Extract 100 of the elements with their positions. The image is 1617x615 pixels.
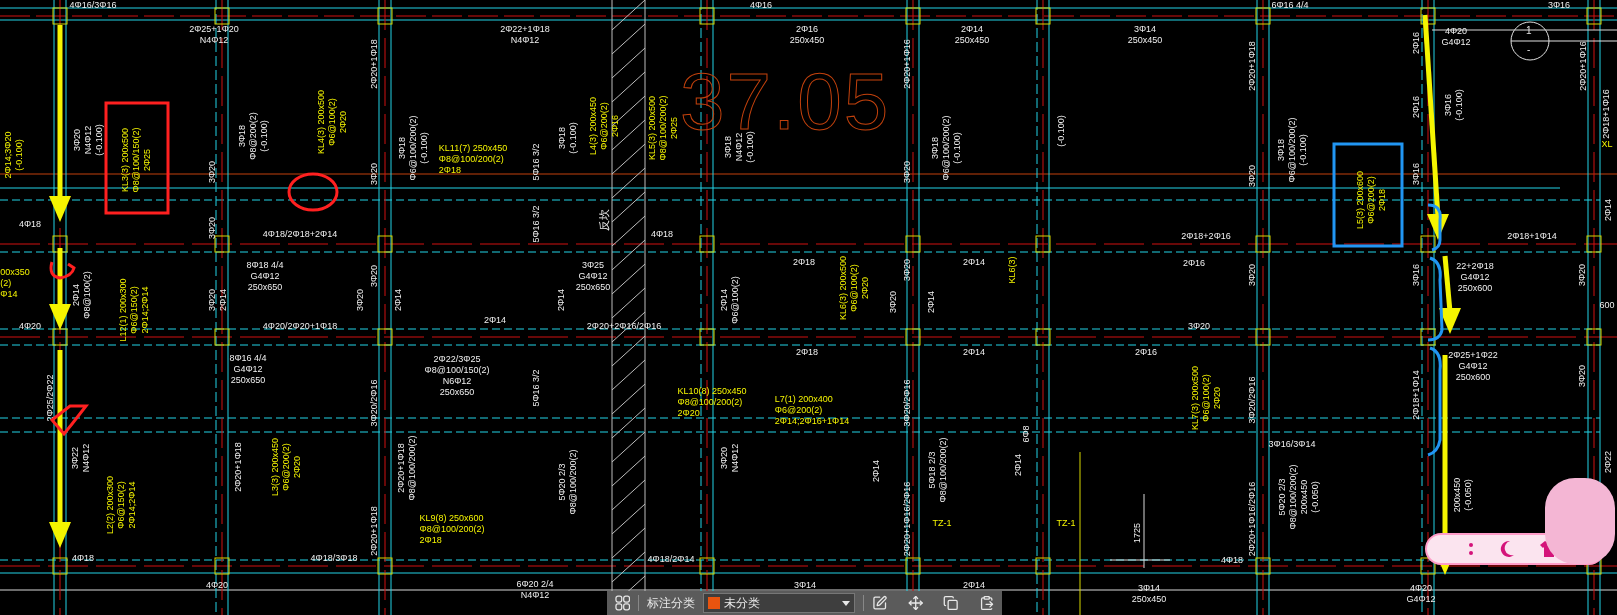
beam-label: L4(3) 200x450 Φ6@200(2) 2Φ16	[587, 97, 621, 155]
rebar-label: 2Φ16	[1134, 346, 1158, 358]
rebar-label: 2Φ14	[925, 290, 937, 314]
rebar-label: 2Φ20+1Φ18	[232, 442, 244, 492]
beam-label: KL6(3) 200x500 Φ6@100(2) 2Φ20	[837, 256, 871, 320]
rebar-label: 2Φ14	[483, 314, 507, 326]
rebar-label: 3Φ20	[887, 290, 899, 314]
rebar-label: 3Φ20	[368, 264, 380, 288]
rebar-label: 4Φ16/3Φ16	[69, 0, 117, 11]
paste-icon[interactable]	[978, 595, 994, 611]
rebar-label: 2Φ16 250x450	[789, 24, 825, 46]
rebar-label: 2Φ16	[1410, 31, 1422, 55]
rebar-label: 3Φ20	[1576, 364, 1588, 388]
rebar-label: (-0.100)	[1055, 115, 1067, 147]
rebar-label: 3Φ14 250x450	[1127, 24, 1163, 46]
rebar-label: 2Φ25/2Φ22	[44, 374, 56, 422]
rebar-label: 3Φ20	[901, 160, 913, 184]
rebar-label: 3Φ20/2Φ16	[901, 379, 913, 427]
rebar-label: 2Φ22/3Φ25 Φ8@100/150(2) N6Φ12 250x650	[424, 354, 490, 398]
rebar-label: 3Φ20/2Φ16	[368, 379, 380, 427]
beam-label: L2(2) 200x300 Φ6@150(2) 2Φ14;2Φ14	[104, 476, 138, 534]
beam-label: TZ-1	[1056, 517, 1076, 529]
rebar-label: 3Φ20	[1576, 263, 1588, 287]
rebar-label: 4Φ20 G4Φ12	[1441, 26, 1471, 48]
rebar-label: 3Φ20	[901, 258, 913, 282]
move-icon[interactable]	[907, 595, 924, 611]
rebar-label: 3Φ20/2Φ16	[1246, 376, 1258, 424]
dots-icon	[1467, 542, 1475, 556]
rebar-label: 3Φ18 Φ6@100/200(2) (-0.100)	[396, 115, 430, 181]
rebar-label: 3Φ20	[354, 288, 366, 312]
beam-label: KL6(3)	[1006, 256, 1018, 284]
rebar-label: 3Φ25 G4Φ12 250x650	[575, 259, 611, 293]
rebar-label: 4Φ18/2Φ14	[647, 553, 695, 565]
rebar-label: 5Φ20 2/3 Φ8@100/200(2)	[557, 449, 579, 515]
rebar-label: 3Φ18 (-0.100)	[557, 122, 579, 154]
beam-label: KL3(3) 200x500 Φ8@100/150(2) 2Φ25	[119, 127, 153, 193]
rebar-label: 2Φ14	[1012, 453, 1024, 477]
rebar-label: 3Φ16 (-0.100)	[1443, 89, 1465, 121]
rebar-label: 3Φ20	[1246, 164, 1258, 188]
rebar-label: 4Φ18	[18, 218, 42, 230]
rebar-label: 4Φ20	[205, 579, 229, 591]
rebar-label: 3Φ20	[206, 216, 218, 240]
rebar-label: 3Φ20 N4Φ12	[719, 443, 741, 473]
rebar-label: 4Φ18/3Φ18	[310, 552, 358, 564]
beam-label: KL5(3) 200x500 Φ8@100/200(2) 2Φ25	[646, 95, 680, 161]
caret-icon	[842, 600, 851, 606]
rebar-label: 5Φ18 2/3 Φ8@100/200(2)	[927, 437, 949, 503]
rebar-label: 6Φ8	[1020, 425, 1032, 443]
beam-label: KL7(3) 200x500 Φ6@100(2) 2Φ20	[1189, 366, 1223, 430]
rebar-label: 3Φ22 N4Φ12	[70, 443, 92, 473]
copy-icon[interactable]	[943, 595, 959, 611]
beam-label: KL9(8) 250x600 Φ8@100/200(2) 2Φ18	[419, 512, 485, 546]
rebar-label: 200x450 (-0.050)	[1452, 477, 1474, 513]
category-dropdown[interactable]: 未分类	[703, 593, 856, 613]
rebar-label: 反坎	[598, 209, 610, 231]
rebar-label: 3Φ20 N4Φ12 (-0.100)	[71, 124, 105, 156]
rebar-label: 5Φ16 3/2	[530, 143, 542, 181]
beam-label: TZ-1	[932, 517, 952, 529]
rebar-label: 3Φ20	[1246, 263, 1258, 287]
rebar-label: 3Φ18 Φ6@100/200(2) (-0.100)	[1275, 117, 1309, 183]
beam-label: KL10(8) 250x450 Φ8@100/200(2) 2Φ20	[677, 385, 747, 419]
rebar-label: 4Φ20	[18, 320, 42, 332]
rebar-label: 8Φ18 4/4 G4Φ12 250x650	[246, 259, 284, 293]
grid-icon[interactable]	[615, 595, 631, 611]
rebar-label: 6Φ16 4/4	[1271, 0, 1309, 11]
rebar-label: 2Φ14 250x450	[954, 24, 990, 46]
rebar-label: 2Φ20+2Φ16/2Φ16	[586, 320, 662, 332]
rebar-label: 5Φ16 3/2	[530, 369, 542, 407]
rebar-label: 4Φ20 G4Φ12	[1406, 583, 1436, 605]
edit-icon[interactable]	[872, 595, 888, 611]
rebar-label: 3Φ16	[1410, 263, 1422, 287]
rebar-label: 2Φ16	[1182, 257, 1206, 269]
rebar-label: 1725	[1131, 523, 1143, 543]
rebar-label: 22+2Φ18 G4Φ12 250x600	[1456, 260, 1494, 294]
rebar-label: 2Φ20+1Φ16/2Φ16	[1246, 481, 1258, 557]
rebar-label: 2Φ25+1Φ22 G4Φ12 250x600	[1448, 349, 1498, 383]
toolbar-label: 标注分类	[647, 595, 696, 612]
rebar-label: 3Φ20	[368, 162, 380, 186]
rebar-label: 2Φ22+1Φ18 N4Φ12	[500, 24, 550, 46]
beam-label: L7(1) 200x400 Φ6@200(2) 2Φ14;2Φ16+1Φ14	[774, 393, 850, 427]
rebar-label: 3Φ20	[206, 160, 218, 184]
rebar-label: 2Φ18	[795, 346, 819, 358]
beam-label: L5(3) 200x600 Φ6@200(2) 2Φ18	[1354, 171, 1388, 229]
rebar-label: 600	[1599, 299, 1615, 311]
rebar-label: 4Φ18	[1220, 554, 1244, 566]
beam-label: 00x350 (2) Φ14	[0, 266, 30, 300]
rebar-label: 2Φ14 Φ6@100(2)	[719, 276, 741, 324]
circle-markup	[287, 172, 339, 212]
rebar-label: 2Φ25+1Φ20 N4Φ12	[189, 24, 239, 46]
rebar-label: 5Φ16 3/2	[530, 205, 542, 243]
rebar-label: 3Φ18 Φ8@200(2) (-0.100)	[236, 112, 270, 160]
rebar-label: 2Φ14	[1602, 198, 1614, 222]
section-number: 1	[1526, 25, 1532, 37]
rebar-label: 2Φ18+1Φ16	[1600, 89, 1612, 139]
beam-label: L3(3) 200x450 Φ6@200(2) 2Φ20	[269, 438, 303, 496]
rebar-label: 3Φ14	[793, 579, 817, 591]
beam-label: L12(1) 200x300 Φ6@150(2) 2Φ14;2Φ14	[117, 278, 151, 342]
beam-label: 2Φ14;3Φ20 (-0.100)	[3, 131, 25, 179]
rebar-label: 4Φ16	[749, 0, 773, 11]
rebar-label: 3Φ16	[1547, 0, 1571, 11]
